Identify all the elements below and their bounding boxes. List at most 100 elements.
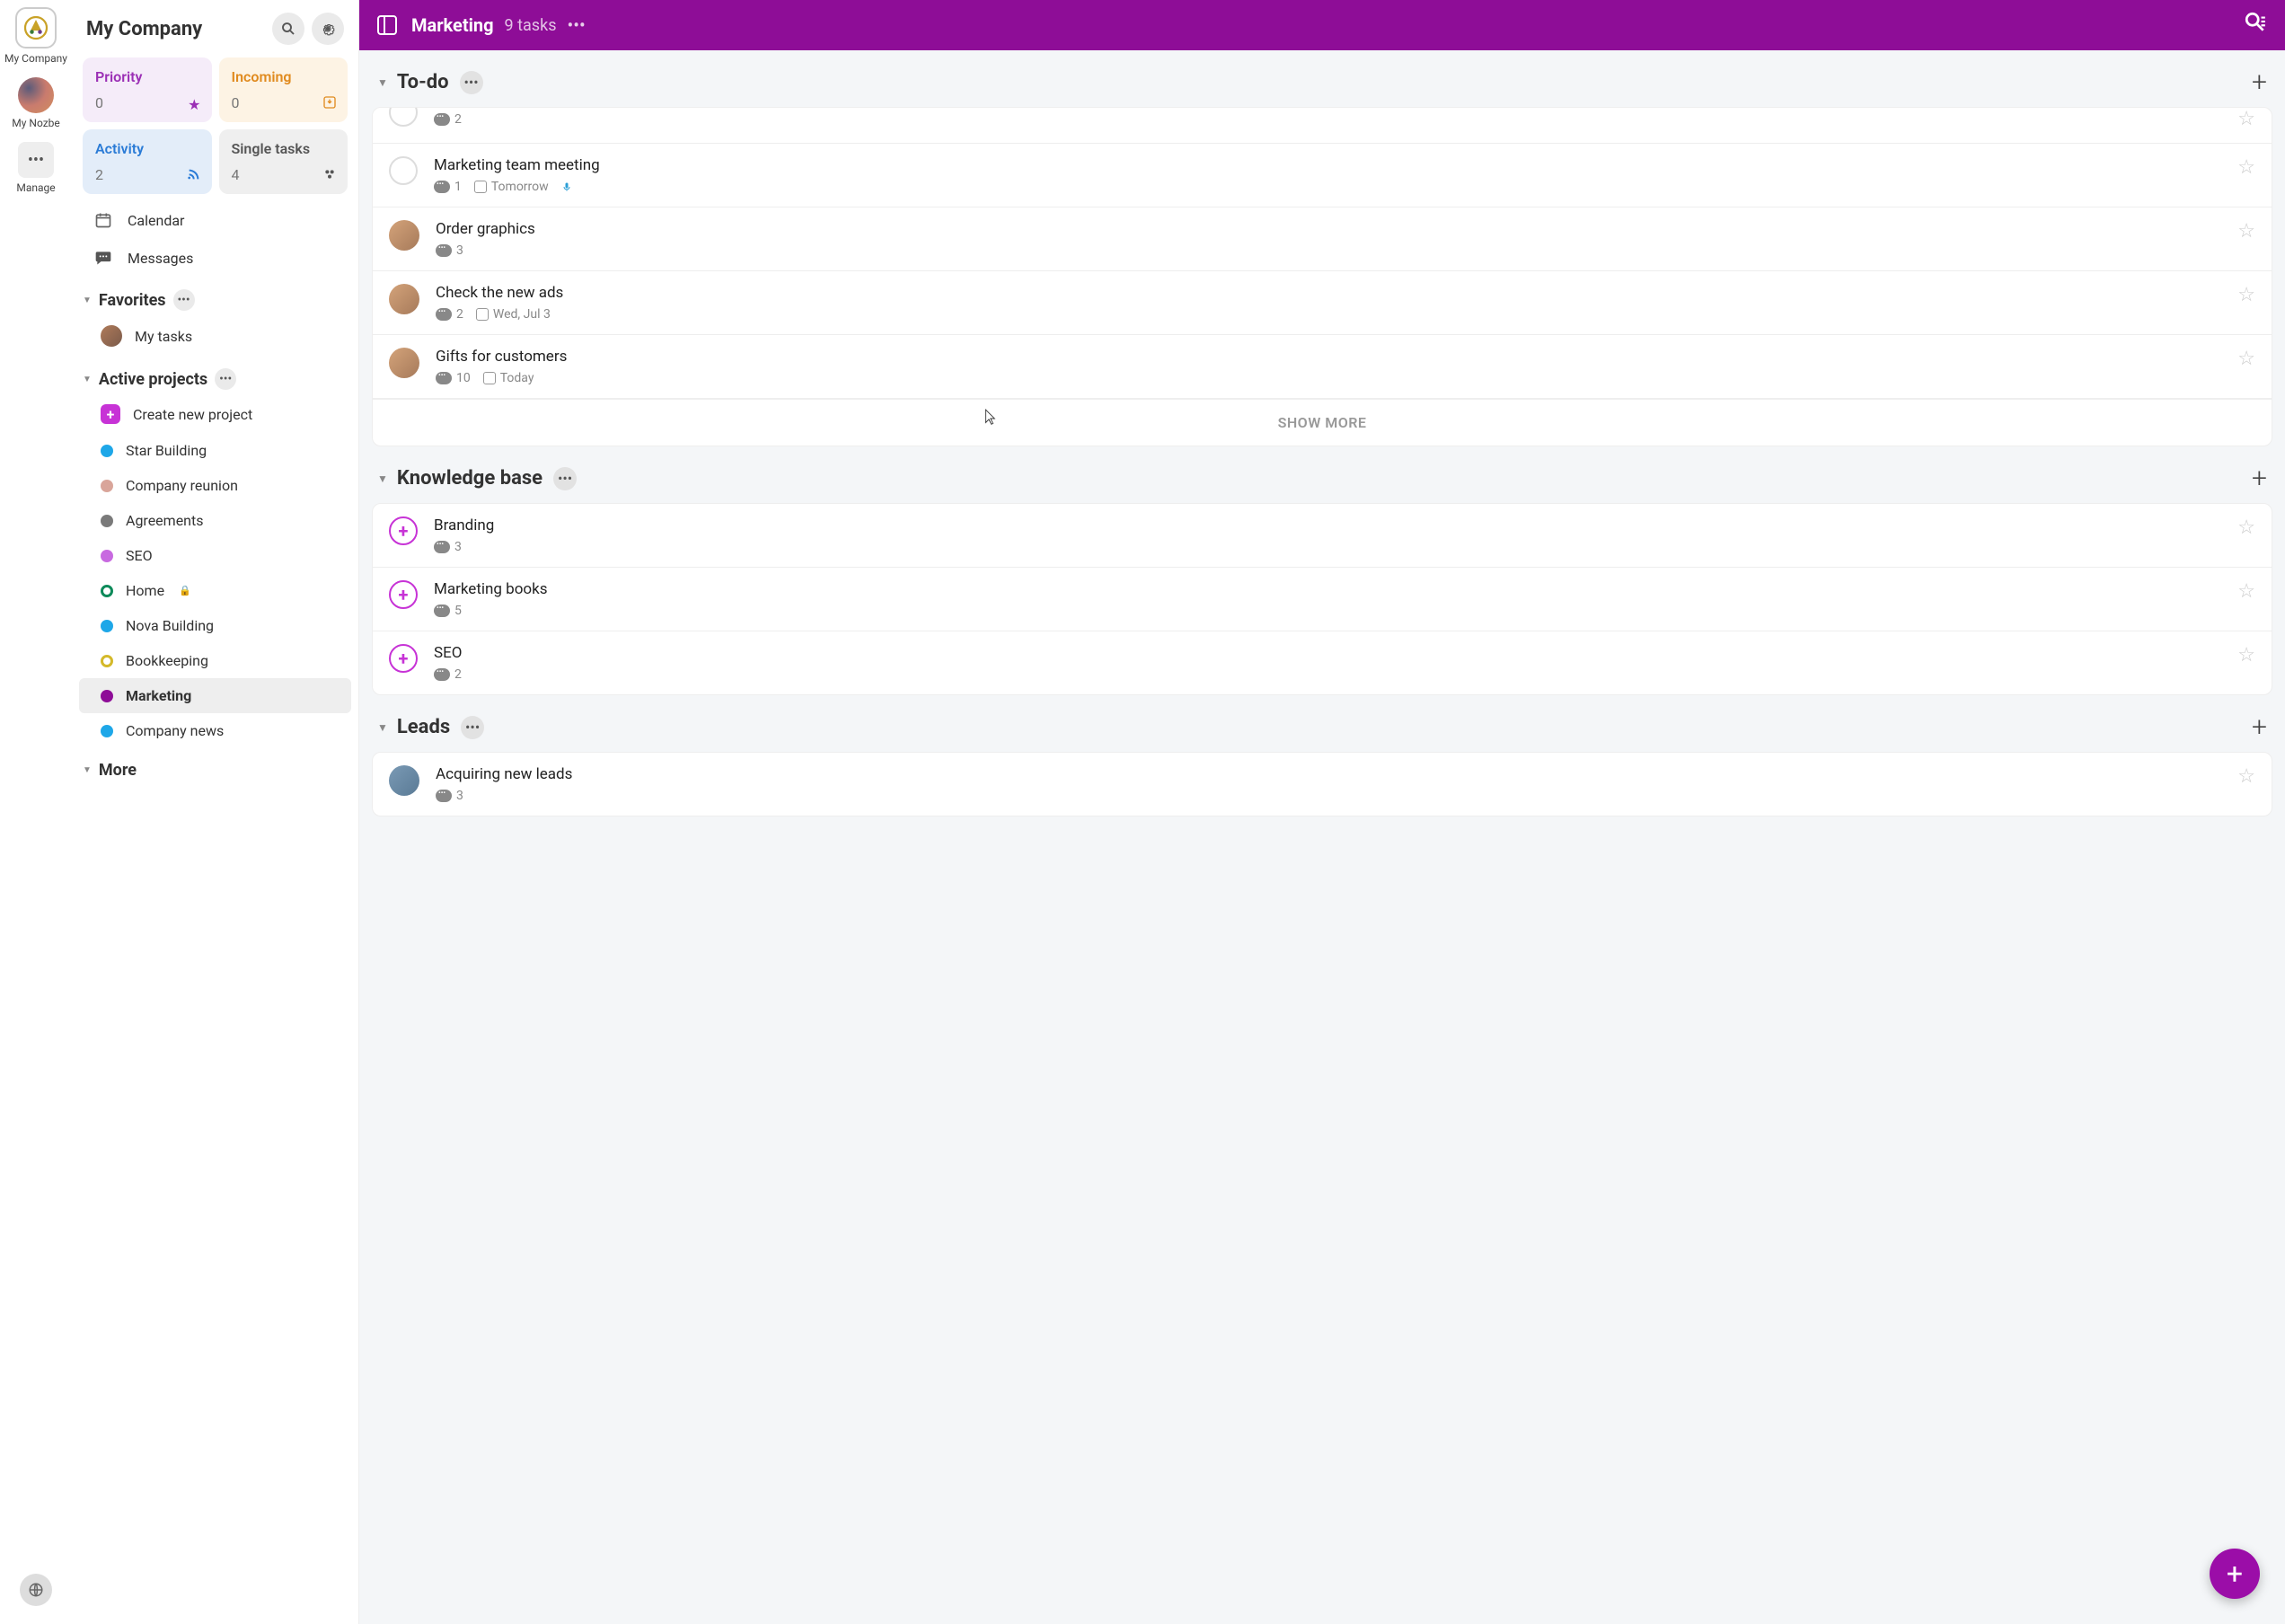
chevron-down-icon: ▼ — [83, 375, 92, 384]
workspace-company[interactable]: My Company — [4, 7, 67, 65]
comments-count: 2 — [434, 112, 462, 127]
task-add-icon[interactable]: + — [389, 644, 418, 673]
task-row[interactable]: Acquiring new leads3☆ — [373, 753, 2272, 816]
card-title: Incoming — [232, 68, 336, 85]
add-task-button[interactable]: + — [2252, 66, 2267, 98]
search-button[interactable] — [272, 13, 304, 45]
task-row[interactable]: +Marketing books5☆ — [373, 568, 2272, 631]
comment-icon — [434, 668, 450, 681]
project-color-dot — [101, 620, 113, 632]
project-item[interactable]: Company news — [79, 713, 351, 748]
add-task-button[interactable]: + — [2252, 463, 2267, 494]
section-title: Knowledge base — [397, 467, 543, 490]
section-favorites[interactable]: ▼ Favorites ••• — [72, 277, 358, 316]
project-item[interactable]: Agreements — [79, 503, 351, 538]
nav-messages[interactable]: Messages — [72, 239, 358, 277]
task-row[interactable]: 2☆ — [373, 108, 2272, 144]
task-row[interactable]: Check the new ads2Wed, Jul 3☆ — [373, 271, 2272, 335]
task-checkbox[interactable] — [389, 107, 418, 127]
task-body: 2 — [434, 112, 2237, 127]
card-single-tasks[interactable]: Single tasks 4 — [219, 129, 348, 194]
task-list: 2☆Marketing team meeting1Tomorrow☆Order … — [372, 107, 2272, 446]
star-button[interactable]: ☆ — [2237, 348, 2255, 370]
calendar-icon — [93, 210, 113, 230]
section-menu-button[interactable]: ••• — [461, 716, 484, 739]
section-menu-button[interactable]: ••• — [173, 289, 195, 311]
chevron-down-icon[interactable]: ▼ — [377, 721, 388, 734]
project-color-dot — [101, 550, 113, 562]
show-more-button[interactable]: SHOW MORE — [373, 399, 2272, 446]
sidebar-title: My Company — [86, 18, 265, 40]
favorite-my-tasks[interactable]: My tasks — [79, 316, 351, 356]
calendar-icon — [474, 181, 487, 193]
content-area: ▼To-do•••+2☆Marketing team meeting1Tomor… — [359, 50, 2285, 1624]
task-row[interactable]: + Branding3☆ — [373, 504, 2272, 568]
comments-count: 1 — [434, 180, 462, 194]
project-color-dot — [101, 690, 113, 702]
main-panel: Marketing 9 tasks ••• ▼To-do•••+2☆Market… — [359, 0, 2285, 1624]
add-task-button[interactable]: + — [2252, 711, 2267, 743]
comments-count: 2 — [436, 307, 463, 322]
project-menu-button[interactable]: ••• — [568, 14, 586, 36]
star-button[interactable]: ☆ — [2237, 220, 2255, 243]
filter-icon[interactable] — [2244, 11, 2267, 40]
project-color-dot — [101, 585, 113, 597]
card-incoming[interactable]: Incoming 0 — [219, 57, 348, 122]
project-item[interactable]: Nova Building — [79, 608, 351, 643]
task-add-icon[interactable]: + — [389, 580, 418, 609]
star-button[interactable]: ☆ — [2237, 156, 2255, 179]
star-button[interactable]: ☆ — [2237, 580, 2255, 603]
section-menu-button[interactable]: ••• — [460, 71, 483, 94]
card-activity[interactable]: Activity 2 — [83, 129, 212, 194]
plus-icon: + — [101, 404, 120, 424]
task-add-icon[interactable]: + — [389, 516, 418, 545]
card-count: 0 — [95, 94, 199, 111]
star-button[interactable]: ☆ — [2237, 765, 2255, 788]
sidebar-toggle-icon[interactable] — [377, 15, 397, 35]
settings-button[interactable] — [312, 13, 344, 45]
project-label: SEO — [126, 547, 153, 564]
create-project-button[interactable]: + Create new project — [79, 395, 351, 433]
dots-cluster-icon — [322, 167, 337, 185]
nav-label: Messages — [128, 250, 193, 267]
star-button[interactable]: ☆ — [2237, 516, 2255, 539]
task-row[interactable]: +SEO2☆ — [373, 631, 2272, 694]
project-item[interactable]: Home🔒 — [79, 573, 351, 608]
section-active-projects[interactable]: ▼ Active projects ••• — [72, 356, 358, 395]
project-item[interactable]: Bookkeeping — [79, 643, 351, 678]
project-item[interactable]: SEO — [79, 538, 351, 573]
task-title: SEO — [434, 644, 2237, 662]
task-row[interactable]: Marketing team meeting1Tomorrow☆ — [373, 144, 2272, 207]
project-item[interactable]: Company reunion — [79, 468, 351, 503]
star-button[interactable]: ☆ — [2237, 644, 2255, 666]
calendar-icon — [476, 308, 489, 321]
globe-icon[interactable] — [20, 1574, 52, 1606]
project-item[interactable]: Star Building — [79, 433, 351, 468]
chevron-down-icon[interactable]: ▼ — [377, 76, 388, 89]
task-body: Branding3 — [434, 516, 2237, 554]
workspace-mynozbe[interactable]: My Nozbe — [12, 77, 60, 129]
task-row[interactable]: Gifts for customers10Today☆ — [373, 335, 2272, 399]
ellipsis-icon: ••• — [18, 142, 54, 178]
project-item[interactable]: Marketing — [79, 678, 351, 713]
section-menu-button[interactable]: ••• — [215, 368, 236, 390]
task-meta: 3 — [436, 243, 2237, 258]
section-title: Leads — [397, 716, 450, 738]
section-more[interactable]: ▼ More — [72, 748, 358, 785]
star-button[interactable]: ☆ — [2237, 284, 2255, 306]
chevron-down-icon[interactable]: ▼ — [377, 472, 388, 485]
card-priority[interactable]: Priority 0 ★ — [83, 57, 212, 122]
project-label: Agreements — [126, 512, 204, 529]
task-checkbox[interactable] — [389, 156, 418, 185]
assignee-avatar — [389, 284, 419, 314]
fab-add-task[interactable]: + — [2210, 1549, 2260, 1599]
star-button[interactable]: ☆ — [2237, 108, 2255, 130]
nav-calendar[interactable]: Calendar — [72, 201, 358, 239]
workspace-label: My Nozbe — [12, 117, 60, 129]
workspace-manage[interactable]: ••• Manage — [16, 142, 55, 194]
task-title: Order graphics — [436, 220, 2237, 238]
section-menu-button[interactable]: ••• — [553, 467, 577, 490]
task-row[interactable]: Order graphics 3☆ — [373, 207, 2272, 271]
assignee-avatar — [389, 220, 419, 251]
inbox-icon — [322, 95, 337, 113]
